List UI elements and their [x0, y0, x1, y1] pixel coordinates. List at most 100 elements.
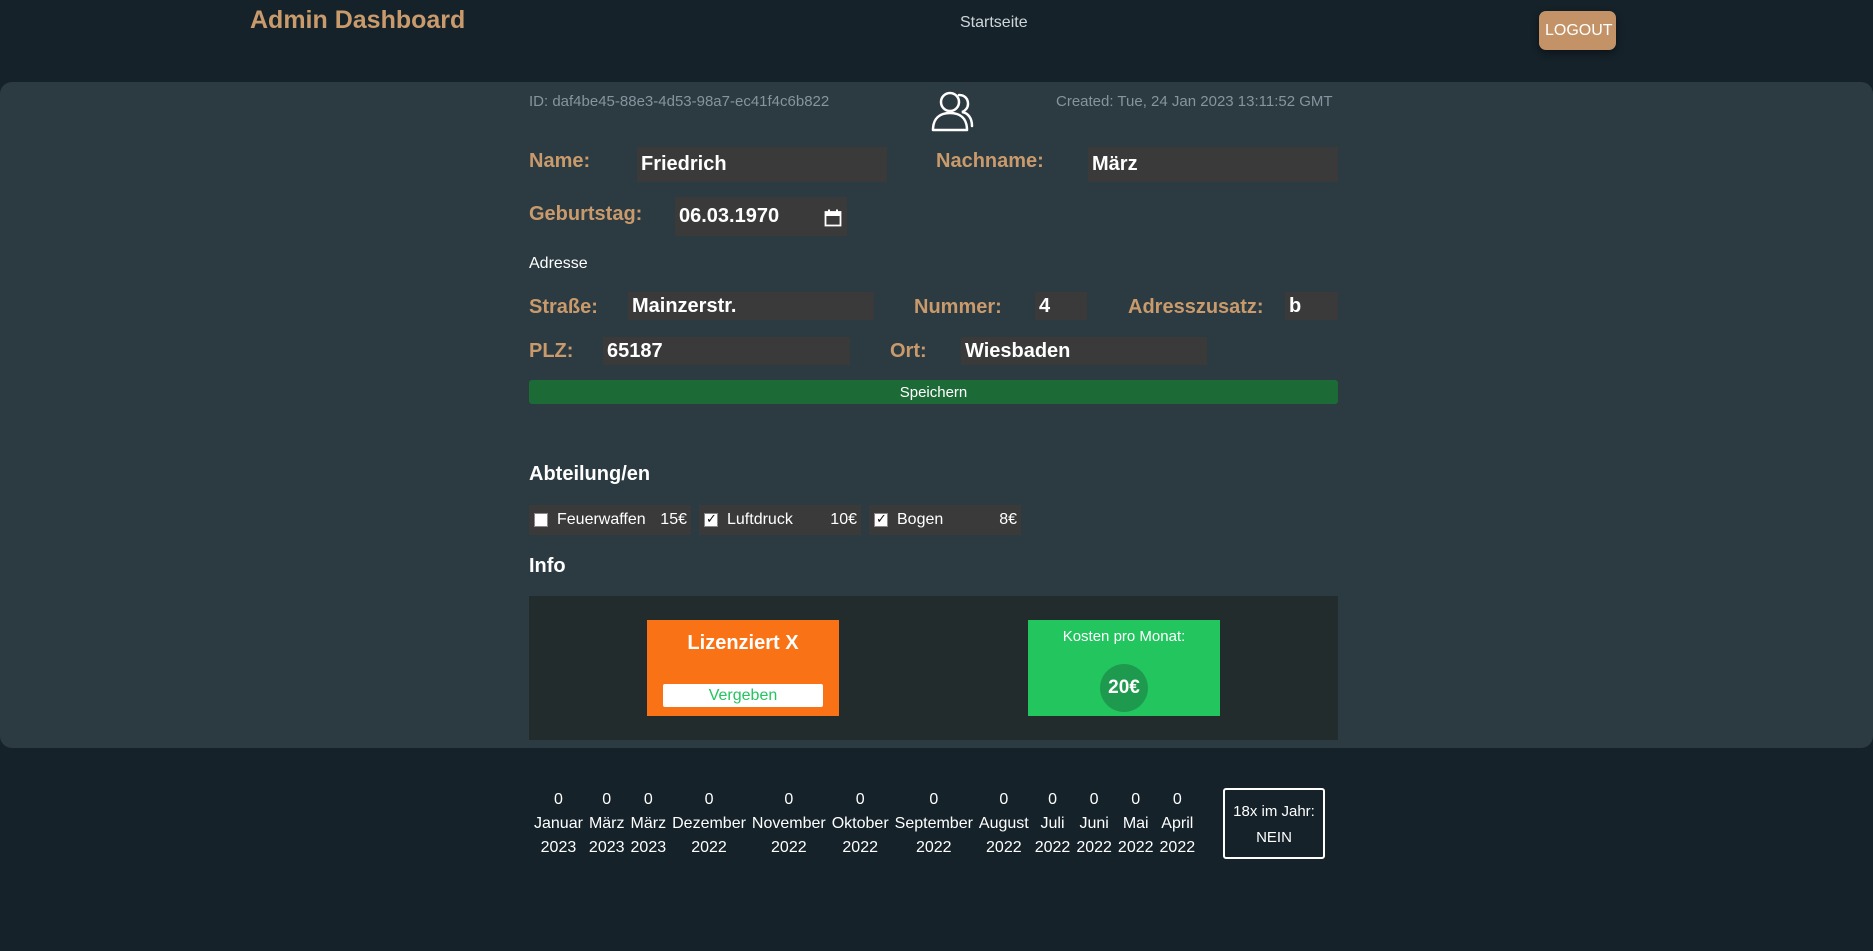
month-name: Oktober — [831, 815, 889, 832]
yearly-attendance-value: NEIN — [1256, 829, 1292, 846]
month-count: 0 — [1089, 791, 1099, 808]
birthday-field[interactable] — [675, 197, 813, 236]
department-checkbox[interactable]: ✓ — [704, 511, 718, 527]
month-item: 0 September 2022 — [895, 788, 973, 860]
department-checkbox[interactable]: ✓ — [874, 511, 888, 527]
month-item: 0 August 2022 — [979, 788, 1029, 860]
city-label: Ort: — [890, 340, 927, 362]
checkmark-icon: ✓ — [706, 511, 717, 526]
birthday-picker[interactable] — [675, 197, 847, 236]
address-heading: Adresse — [529, 255, 588, 272]
zip-field[interactable] — [603, 337, 850, 365]
nav-link-home[interactable]: Startseite — [960, 14, 1028, 32]
attendance-months: 0 Januar 2023 0 März 2023 0 März 2023 0 … — [534, 788, 1201, 860]
lastname-field[interactable] — [1088, 147, 1338, 182]
number-label: Nummer: — [914, 296, 1002, 318]
departments-heading: Abteilung/en — [529, 463, 651, 485]
month-name: November — [751, 815, 826, 832]
birthday-label: Geburtstag: — [529, 203, 643, 225]
month-count: 0 — [602, 791, 612, 808]
month-year: 2022 — [915, 839, 952, 856]
lastname-label: Nachname: — [936, 150, 1044, 172]
month-name: März — [630, 815, 667, 832]
checkmark-icon: ✓ — [876, 511, 887, 526]
department-item: Feuerwaffen 15€ — [529, 505, 691, 535]
app-title: Admin Dashboard — [250, 6, 466, 34]
users-icon — [931, 91, 974, 132]
month-year: 2023 — [588, 839, 625, 856]
record-created: Created: Tue, 24 Jan 2023 13:11:52 GMT — [1056, 93, 1333, 110]
month-item: 0 Oktober 2022 — [832, 788, 889, 860]
month-item: 0 Dezember 2022 — [672, 788, 746, 860]
cost-card: Kosten pro Monat: 20€ — [1028, 620, 1220, 716]
street-label: Straße: — [529, 296, 598, 318]
yearly-attendance-label: 18x im Jahr: — [1233, 803, 1315, 820]
month-count: 0 — [1048, 791, 1057, 808]
month-count: 0 — [643, 791, 653, 808]
department-name: Bogen — [897, 511, 944, 528]
month-year: 2022 — [986, 839, 1022, 856]
month-name: August — [978, 815, 1029, 832]
addition-label: Adresszusatz: — [1128, 296, 1264, 318]
yearly-attendance-box: 18x im Jahr: NEIN — [1223, 788, 1325, 859]
month-count: 0 — [1172, 791, 1182, 808]
save-button[interactable]: Speichern — [529, 380, 1338, 404]
month-name: März — [588, 815, 625, 832]
month-name: September — [894, 815, 973, 832]
month-year: 2022 — [1076, 839, 1112, 856]
department-name: Feuerwaffen — [557, 511, 646, 528]
assign-license-button[interactable]: Vergeben — [663, 684, 823, 707]
month-count: 0 — [1131, 791, 1141, 808]
month-item: 0 April 2022 — [1160, 788, 1196, 860]
department-price: 8€ — [999, 511, 1017, 528]
name-label: Name: — [529, 150, 591, 172]
month-count: 0 — [784, 791, 794, 808]
month-item: 0 Juli 2022 — [1035, 788, 1071, 860]
month-year: 2022 — [842, 839, 878, 856]
month-count: 0 — [999, 791, 1009, 808]
city-field[interactable] — [961, 337, 1207, 365]
license-title: Lizenziert X — [687, 632, 799, 654]
month-item: 0 Juni 2022 — [1076, 788, 1112, 860]
month-count: 0 — [855, 791, 865, 808]
month-item: 0 März 2023 — [631, 788, 667, 860]
month-count: 0 — [704, 791, 714, 808]
department-item: ✓ Luftdruck 10€ — [699, 505, 861, 535]
month-item: 0 November 2022 — [752, 788, 826, 860]
addition-field[interactable] — [1285, 292, 1338, 320]
record-id: ID: daf4be45-88e3-4d53-98a7-ec41f4c6b822 — [529, 93, 830, 110]
info-heading: Info — [529, 555, 566, 577]
department-price: 10€ — [830, 511, 857, 528]
month-year: 2022 — [771, 839, 807, 856]
month-item: 0 Januar 2023 — [534, 788, 583, 860]
zip-label: PLZ: — [529, 340, 574, 362]
month-name: Dezember — [672, 815, 746, 832]
month-name: Januar — [534, 815, 583, 832]
month-year: 2022 — [691, 839, 727, 856]
cost-value: 20€ — [1100, 664, 1148, 712]
calendar-icon[interactable] — [824, 209, 842, 227]
street-field[interactable] — [628, 292, 874, 320]
month-year: 2022 — [1159, 839, 1196, 856]
cost-title: Kosten pro Monat: — [1062, 628, 1186, 645]
department-price: 15€ — [660, 511, 687, 528]
month-year: 2023 — [630, 839, 667, 856]
month-item: 0 Mai 2022 — [1118, 788, 1154, 860]
month-year: 2022 — [1117, 839, 1154, 856]
month-name: Mai — [1122, 815, 1149, 832]
department-item: ✓ Bogen 8€ — [869, 505, 1021, 535]
month-count: 0 — [929, 791, 939, 808]
month-count: 0 — [554, 791, 563, 808]
month-name: Juli — [1040, 815, 1065, 832]
month-item: 0 März 2023 — [589, 788, 625, 860]
month-year: 2022 — [1034, 839, 1071, 856]
month-name: April — [1161, 815, 1194, 832]
month-year: 2023 — [540, 839, 577, 856]
number-field[interactable] — [1035, 292, 1087, 320]
department-checkbox[interactable] — [534, 513, 548, 527]
department-name: Luftdruck — [727, 511, 793, 528]
logout-button[interactable]: LOGOUT — [1539, 11, 1616, 50]
license-card: Lizenziert X Vergeben — [647, 620, 839, 716]
month-name: Juni — [1079, 815, 1109, 832]
name-field[interactable] — [637, 147, 887, 182]
